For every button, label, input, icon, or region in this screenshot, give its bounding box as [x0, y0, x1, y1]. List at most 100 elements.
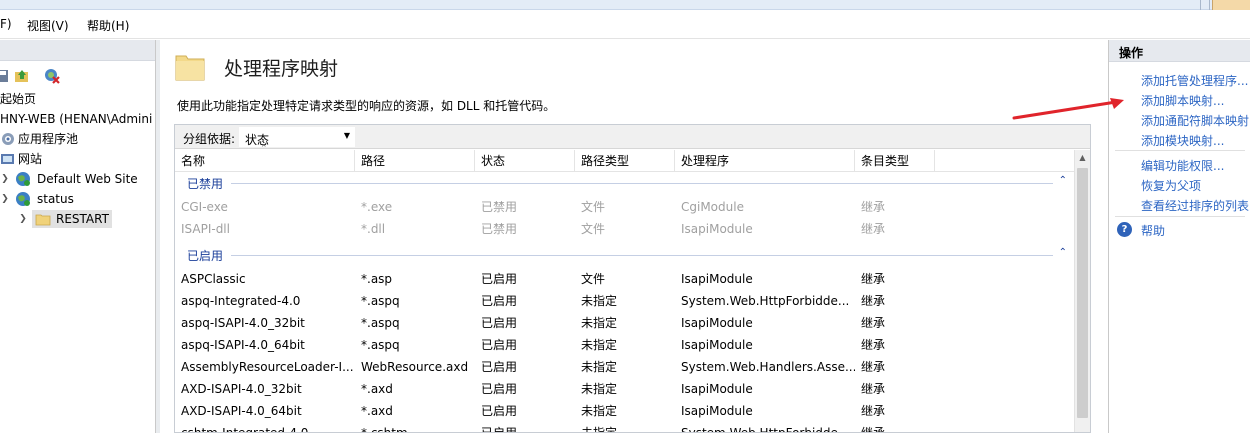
column-header-col-state[interactable]: 状态 — [475, 150, 575, 172]
cell-path: *.exe — [361, 200, 393, 214]
actions-panel-header: 操作 — [1109, 40, 1250, 62]
window-button-stub[interactable] — [1200, 0, 1210, 10]
menu-help[interactable]: 帮助(H) — [87, 17, 129, 34]
dropdown-arrow-icon: ▼ — [343, 131, 350, 140]
cell-path: *.axd — [361, 382, 393, 396]
table-row[interactable]: cshtm-Integrated-4.0 *.cshtm 已启用 未指定 System.… — [175, 422, 1075, 433]
up-level-icon[interactable] — [14, 68, 30, 84]
column-header-col-entry-type[interactable]: 条目类型 — [855, 150, 935, 172]
cell-path-type: 未指定 — [581, 360, 618, 374]
cell-handler: IsapiModule — [681, 382, 753, 396]
cell-entry-type: 继承 — [861, 382, 886, 396]
cell-name: aspq-Integrated-4.0 — [181, 294, 301, 308]
revert-to-parent-link[interactable]: 恢复为父项 — [1141, 177, 1201, 194]
column-header-col-path-type[interactable]: 路径类型 — [575, 150, 675, 172]
table-row[interactable]: AXD-ISAPI-4.0_64bit *.axd 已启用 未指定 IsapiModul… — [175, 400, 1075, 422]
cell-path-type: 未指定 — [581, 338, 618, 352]
tree-item-label: status — [37, 192, 74, 206]
cell-entry-type: 继承 — [861, 200, 886, 214]
save-icon[interactable] — [0, 68, 10, 84]
column-header-col-path[interactable]: 路径 — [355, 150, 475, 172]
collapse-group-icon[interactable]: ⌃ — [1059, 175, 1067, 186]
menu-bar: F) 视图(V) 帮助(H) — [0, 11, 1250, 39]
feature-description: 使用此功能指定处理特定请求类型的响应的资源，如 DLL 和托管代码。 — [177, 99, 556, 113]
table-row[interactable]: aspq-Integrated-4.0 *.aspq 已启用 未指定 System.We… — [175, 290, 1075, 312]
add-module-mapping-link[interactable]: 添加模块映射... — [1141, 132, 1224, 149]
table-row[interactable]: ASPClassic *.asp 已启用 文件 IsapiModule 继承 — [175, 268, 1075, 290]
cell-handler: IsapiModule — [681, 404, 753, 418]
add-script-map-link[interactable]: 添加脚本映射... — [1141, 92, 1224, 109]
cell-entry-type: 继承 — [861, 360, 886, 374]
collapse-group-icon[interactable]: ⌃ — [1059, 247, 1067, 258]
cell-path-type: 未指定 — [581, 426, 618, 433]
menu-view[interactable]: 视图(V) — [27, 17, 69, 34]
cell-name: AXD-ISAPI-4.0_32bit — [181, 382, 302, 396]
cell-state: 已禁用 — [481, 200, 518, 214]
scroll-up-icon[interactable]: ▲ — [1075, 150, 1090, 166]
cell-name: AXD-ISAPI-4.0_64bit — [181, 404, 302, 418]
cell-name: ISAPI-dll — [181, 222, 230, 236]
edit-feature-permissions-link[interactable]: 编辑功能权限... — [1141, 157, 1224, 174]
disconnect-icon[interactable] — [44, 68, 60, 84]
column-header-row: 名称 路径 状态 路径类型 处理程序 条目类型 ⌃ — [175, 144, 1075, 172]
add-wildcard-script-map-link[interactable]: 添加通配符脚本映射... — [1141, 112, 1250, 129]
table-row[interactable]: AssemblyResourceLoader-I... WebResource.a… — [175, 356, 1075, 378]
group-by-bar: 分组依据: 状态 ▼ — [175, 125, 1090, 149]
cell-state: 已启用 — [481, 294, 518, 308]
group-by-select[interactable]: 状态 ▼ — [239, 127, 355, 147]
main-content: 处理程序映射 使用此功能指定处理特定请求类型的响应的资源，如 DLL 和托管代码… — [160, 40, 1103, 433]
cell-handler: CgiModule — [681, 200, 744, 214]
view-ordered-list-link[interactable]: 查看经过排序的列表... — [1141, 197, 1250, 214]
vertical-scrollbar[interactable]: ▲ — [1074, 150, 1090, 432]
expand-chevron-icon[interactable]: ❯ — [0, 170, 10, 188]
help-link[interactable]: 帮助 — [1141, 222, 1165, 239]
tree-item-label: HNY-WEB (HENAN\Admini — [0, 112, 153, 126]
add-managed-handler-link[interactable]: 添加托管处理程序... — [1141, 72, 1248, 89]
cell-name: aspq-ISAPI-4.0_32bit — [181, 316, 305, 330]
table-row[interactable]: ISAPI-dll *.dll 已禁用 文件 IsapiModule 继承 — [175, 218, 1075, 240]
connections-panel: 起始页 HNY-WEB (HENAN\Admini 应用程序池 网站 ❯ Def… — [0, 40, 156, 433]
app-pool-icon — [0, 131, 16, 147]
cell-handler: System.Web.Handlers.Asse... — [681, 360, 855, 374]
handler-mappings-list: 分组依据: 状态 ▼ 名称 路径 状态 路径类型 处理程序 条目类型 ⌃ 已禁用 ⌃ CGI-e… — [174, 124, 1091, 433]
cell-state: 已启用 — [481, 272, 518, 286]
actions-title: 操作 — [1119, 46, 1144, 60]
group-divider — [231, 183, 1053, 184]
window-title-strip — [0, 0, 1250, 10]
group-header-label: 已启用 — [187, 249, 224, 263]
globe-icon — [15, 191, 31, 207]
cell-name: CGI-exe — [181, 200, 228, 214]
globe-icon — [15, 171, 31, 187]
tree-item-label: Default Web Site — [37, 172, 138, 186]
menu-file[interactable]: F) — [0, 17, 12, 31]
cell-entry-type: 继承 — [861, 272, 886, 286]
table-row[interactable]: CGI-exe *.exe 已禁用 文件 CgiModule 继承 — [175, 196, 1075, 218]
cell-path-type: 文件 — [581, 200, 606, 214]
table-row[interactable]: aspq-ISAPI-4.0_32bit *.aspq 已启用 未指定 IsapiMod… — [175, 312, 1075, 334]
collapse-chevron-icon[interactable]: ❯ — [0, 190, 10, 208]
cell-state: 已启用 — [481, 338, 518, 352]
scroll-thumb[interactable] — [1077, 168, 1088, 418]
cell-path: *.dll — [361, 222, 386, 236]
expand-chevron-icon[interactable]: ❯ — [18, 210, 28, 228]
tree-item-restart[interactable]: ❯ RESTART — [0, 210, 156, 228]
cell-state: 已启用 — [481, 404, 518, 418]
cell-name: ASPClassic — [181, 272, 246, 286]
group-header-row[interactable]: 已启用 ⌃ — [175, 244, 1075, 266]
table-row[interactable]: aspq-ISAPI-4.0_64bit *.aspq 已启用 未指定 IsapiMod… — [175, 334, 1075, 356]
column-header-col-handler[interactable]: 处理程序 — [675, 150, 855, 172]
cell-handler: IsapiModule — [681, 338, 753, 352]
sites-icon — [0, 151, 16, 167]
cell-path: *.asp — [361, 272, 393, 286]
help-icon[interactable]: ? — [1117, 222, 1132, 237]
cell-path-type: 文件 — [581, 272, 606, 286]
group-divider — [231, 255, 1053, 256]
tree-item-label: 应用程序池 — [18, 132, 79, 146]
cell-path: *.aspq — [361, 338, 400, 352]
cell-entry-type: 继承 — [861, 404, 886, 418]
table-row[interactable]: AXD-ISAPI-4.0_32bit *.axd 已启用 未指定 IsapiModul… — [175, 378, 1075, 400]
group-header-row[interactable]: 已禁用 ⌃ — [175, 172, 1075, 194]
cell-path: *.cshtm — [361, 426, 408, 433]
window-close-stub[interactable] — [1212, 0, 1250, 10]
annotation-arrow-icon — [1012, 98, 1124, 120]
